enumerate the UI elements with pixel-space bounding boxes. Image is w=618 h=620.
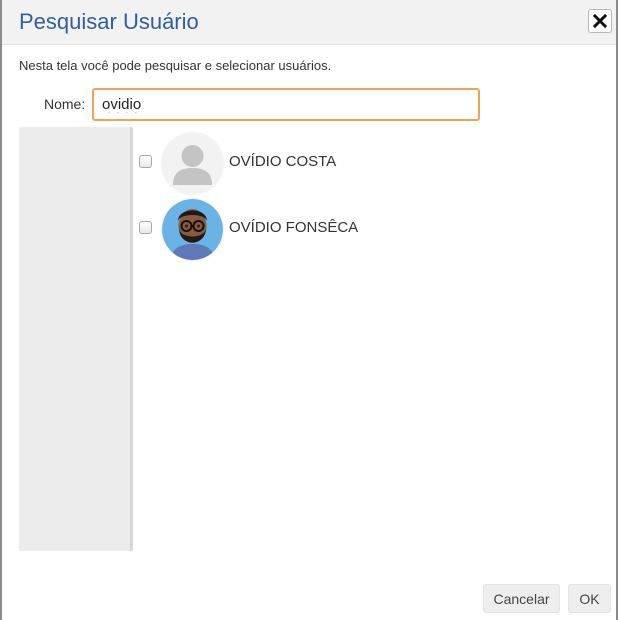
close-button[interactable] <box>588 9 612 33</box>
ok-button[interactable]: OK <box>568 584 611 613</box>
name-search-input[interactable] <box>92 88 480 121</box>
name-label: Nome: <box>44 96 86 112</box>
dialog-title: Pesquisar Usuário <box>19 9 199 34</box>
dialog-titlebar: Pesquisar Usuário <box>2 0 616 45</box>
avatar <box>162 199 223 260</box>
search-user-dialog: Pesquisar Usuário Nesta tela você pode p… <box>0 0 618 620</box>
select-user-checkbox[interactable] <box>139 221 152 234</box>
default-user-avatar-icon <box>162 133 223 194</box>
dialog-description: Nesta tela você pode pesquisar e selecio… <box>19 58 332 73</box>
left-panel <box>19 127 133 551</box>
user-name: OVÍDIO FONSÊCA <box>229 219 359 236</box>
bearded-man-avatar-icon <box>162 199 223 260</box>
close-icon <box>593 14 607 28</box>
list-item[interactable]: OVÍDIO FONSÊCA <box>133 199 533 261</box>
results-list: OVÍDIO COSTA OVÍDIO FONSÊCA <box>133 127 603 551</box>
cancel-button[interactable]: Cancelar <box>483 584 560 613</box>
avatar <box>162 133 223 194</box>
user-name: OVÍDIO COSTA <box>229 153 337 170</box>
list-item[interactable]: OVÍDIO COSTA <box>133 133 533 195</box>
select-user-checkbox[interactable] <box>139 155 152 168</box>
